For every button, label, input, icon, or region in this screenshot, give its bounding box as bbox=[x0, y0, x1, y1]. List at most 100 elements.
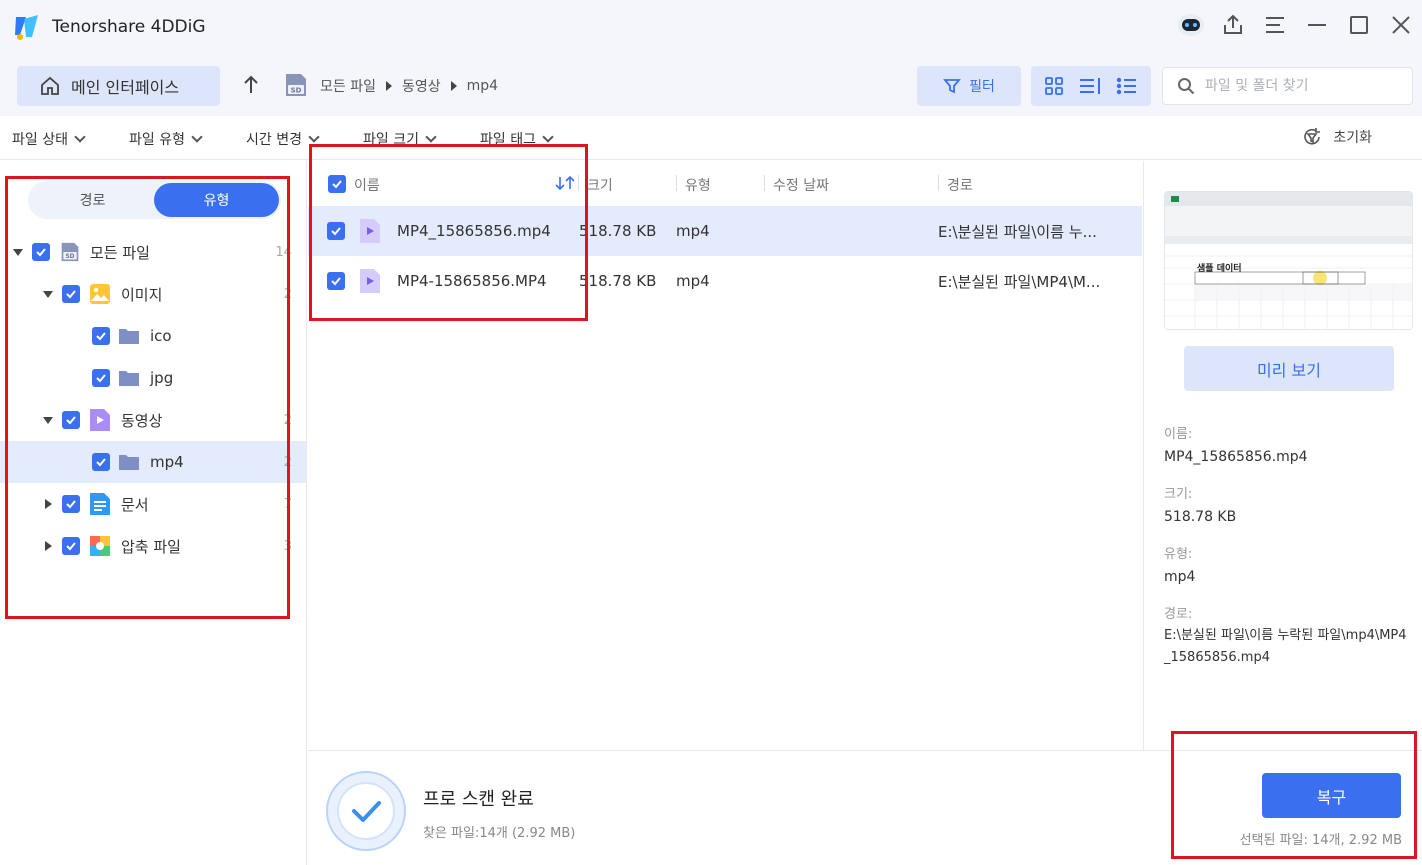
tree-item-mp4[interactable]: mp4 2 bbox=[0, 441, 306, 483]
close-icon[interactable] bbox=[1380, 3, 1422, 47]
tab-path[interactable]: 경로 bbox=[30, 183, 155, 217]
tab-type[interactable]: 유형 bbox=[154, 183, 279, 217]
breadcrumb-item-mp4[interactable]: mp4 bbox=[467, 78, 498, 94]
filter-modified-time[interactable]: 시간 변경 bbox=[246, 129, 320, 149]
tree-item-count: 7 bbox=[283, 496, 292, 512]
expand-arrow-icon[interactable] bbox=[43, 416, 53, 424]
image-category-icon bbox=[90, 284, 110, 304]
filter-icon bbox=[943, 79, 962, 94]
home-button-label: 메인 인터페이스 bbox=[71, 78, 180, 97]
video-file-icon bbox=[360, 269, 380, 293]
tree-item-archives[interactable]: 압축 파일 3 bbox=[0, 525, 306, 567]
tree-item-documents[interactable]: 문서 7 bbox=[0, 483, 306, 525]
category-sidebar: 경로 유형 SD 모든 파일 14 이미지 2 ico jpg 동영상 2 mp… bbox=[0, 161, 307, 865]
meta-size-value: 518.78 KB bbox=[1164, 509, 1237, 525]
sd-card-icon: SD bbox=[286, 74, 306, 96]
breadcrumb-item-video[interactable]: 동영상 bbox=[402, 76, 441, 96]
column-header-size[interactable]: 크기 bbox=[587, 175, 613, 195]
view-mode-group bbox=[1031, 66, 1151, 106]
grid-view-icon[interactable] bbox=[1044, 76, 1064, 96]
filter-button-label: 필터 bbox=[969, 79, 995, 95]
column-header-name[interactable]: 이름 bbox=[354, 175, 380, 195]
tree-item-images[interactable]: 이미지 2 bbox=[0, 273, 306, 315]
recover-button[interactable]: 복구 bbox=[1262, 773, 1401, 818]
tree-item-count: 2 bbox=[283, 412, 292, 428]
sort-icon[interactable] bbox=[554, 175, 576, 191]
expand-arrow-icon[interactable] bbox=[45, 499, 52, 509]
expand-arrow-icon[interactable] bbox=[13, 248, 23, 256]
document-category-icon bbox=[90, 493, 110, 515]
checkbox[interactable] bbox=[62, 495, 80, 513]
file-list: 이름 크기 유형 수정 날짜 경로 MP4_15865856.mp4 518.7… bbox=[308, 161, 1142, 750]
tree-item-label: jpg bbox=[150, 369, 174, 387]
title-bar: Tenorshare 4DDiG bbox=[0, 0, 1422, 54]
tree-item-count: 2 bbox=[283, 454, 292, 470]
maximize-icon[interactable] bbox=[1338, 3, 1380, 47]
file-name: MP4_15865856.mp4 bbox=[397, 222, 551, 240]
reset-filter-button[interactable]: 초기화 bbox=[1301, 126, 1372, 148]
details-panel: 샘플 데이터 미리 보기 이름: MP4_15865856.mp4 크기: 51… bbox=[1143, 161, 1422, 750]
file-path: E:\분실된 파일\MP4\M... bbox=[938, 272, 1101, 291]
file-name: MP4-15865856.MP4 bbox=[397, 272, 547, 290]
file-path: E:\분실된 파일\이름 누... bbox=[938, 222, 1097, 241]
home-icon bbox=[41, 76, 59, 95]
sidebar-tab-switch: 경로 유형 bbox=[28, 181, 281, 219]
breadcrumb-separator-icon bbox=[450, 81, 457, 91]
tree-item-count: 14 bbox=[275, 244, 292, 260]
checkbox[interactable] bbox=[62, 411, 80, 429]
checkbox[interactable] bbox=[92, 369, 110, 387]
filter-label: 파일 상태 bbox=[12, 132, 68, 148]
tree-item-label: 이미지 bbox=[121, 285, 163, 304]
tree-item-label: 동영상 bbox=[121, 411, 163, 430]
checkbox[interactable] bbox=[62, 285, 80, 303]
file-type: mp4 bbox=[676, 272, 710, 290]
filter-file-status[interactable]: 파일 상태 bbox=[12, 129, 86, 149]
filter-label: 파일 태그 bbox=[480, 132, 536, 148]
tree-item-label: 모든 파일 bbox=[90, 243, 150, 262]
menu-icon[interactable] bbox=[1254, 3, 1296, 47]
filter-file-size[interactable]: 파일 크기 bbox=[363, 129, 437, 149]
tree-item-all-files[interactable]: SD 모든 파일 14 bbox=[0, 231, 306, 273]
filter-label: 파일 유형 bbox=[129, 132, 185, 148]
breadcrumb-item-all-files[interactable]: 모든 파일 bbox=[320, 76, 376, 96]
filter-file-type[interactable]: 파일 유형 bbox=[129, 129, 203, 149]
chevron-down-icon bbox=[542, 131, 554, 143]
file-row[interactable]: MP4-15865856.MP4 518.78 KB mp4 E:\분실된 파일… bbox=[308, 256, 1142, 306]
filter-file-tag[interactable]: 파일 태그 bbox=[480, 129, 554, 149]
tree-item-label: 문서 bbox=[121, 495, 149, 514]
home-button[interactable]: 메인 인터페이스 bbox=[17, 66, 220, 106]
column-header-type[interactable]: 유형 bbox=[685, 175, 711, 195]
assistant-robot-icon[interactable] bbox=[1170, 3, 1212, 47]
tree-item-count: 2 bbox=[283, 286, 292, 302]
found-files-summary: 찾은 파일:14개 (2.92 MB) bbox=[423, 826, 576, 841]
breadcrumb: 모든 파일 동영상 mp4 bbox=[320, 76, 498, 96]
list-view-icon[interactable] bbox=[1116, 76, 1138, 96]
checkbox[interactable] bbox=[327, 222, 345, 240]
checkbox[interactable] bbox=[92, 327, 110, 345]
column-header-path[interactable]: 경로 bbox=[947, 175, 973, 195]
checkbox[interactable] bbox=[92, 453, 110, 471]
share-icon[interactable] bbox=[1212, 3, 1254, 47]
checkbox[interactable] bbox=[32, 243, 50, 261]
search-input[interactable] bbox=[1205, 78, 1405, 94]
app-title: Tenorshare 4DDiG bbox=[52, 17, 206, 37]
column-header-modified[interactable]: 수정 날짜 bbox=[773, 175, 829, 195]
svg-text:SD: SD bbox=[65, 254, 74, 260]
expand-arrow-icon[interactable] bbox=[43, 290, 53, 298]
chevron-down-icon bbox=[425, 131, 437, 143]
tree-item-jpg[interactable]: jpg bbox=[0, 357, 306, 399]
preview-button[interactable]: 미리 보기 bbox=[1184, 346, 1394, 391]
filter-bar: 파일 상태 파일 유형 시간 변경 파일 크기 파일 태그 초기화 bbox=[0, 116, 1422, 160]
up-arrow-icon[interactable] bbox=[240, 74, 262, 96]
expand-arrow-icon[interactable] bbox=[45, 541, 52, 551]
tree-item-video[interactable]: 동영상 2 bbox=[0, 399, 306, 441]
tree-item-ico[interactable]: ico bbox=[0, 315, 306, 357]
file-row[interactable]: MP4_15865856.mp4 518.78 KB mp4 E:\분실된 파일… bbox=[308, 206, 1142, 256]
filter-button[interactable]: 필터 bbox=[917, 66, 1021, 106]
select-all-checkbox[interactable] bbox=[328, 175, 346, 193]
checkbox[interactable] bbox=[62, 537, 80, 555]
checkbox[interactable] bbox=[327, 272, 345, 290]
detail-view-icon[interactable] bbox=[1078, 76, 1102, 96]
minimize-icon[interactable] bbox=[1296, 3, 1338, 47]
app-logo-icon bbox=[15, 15, 38, 40]
